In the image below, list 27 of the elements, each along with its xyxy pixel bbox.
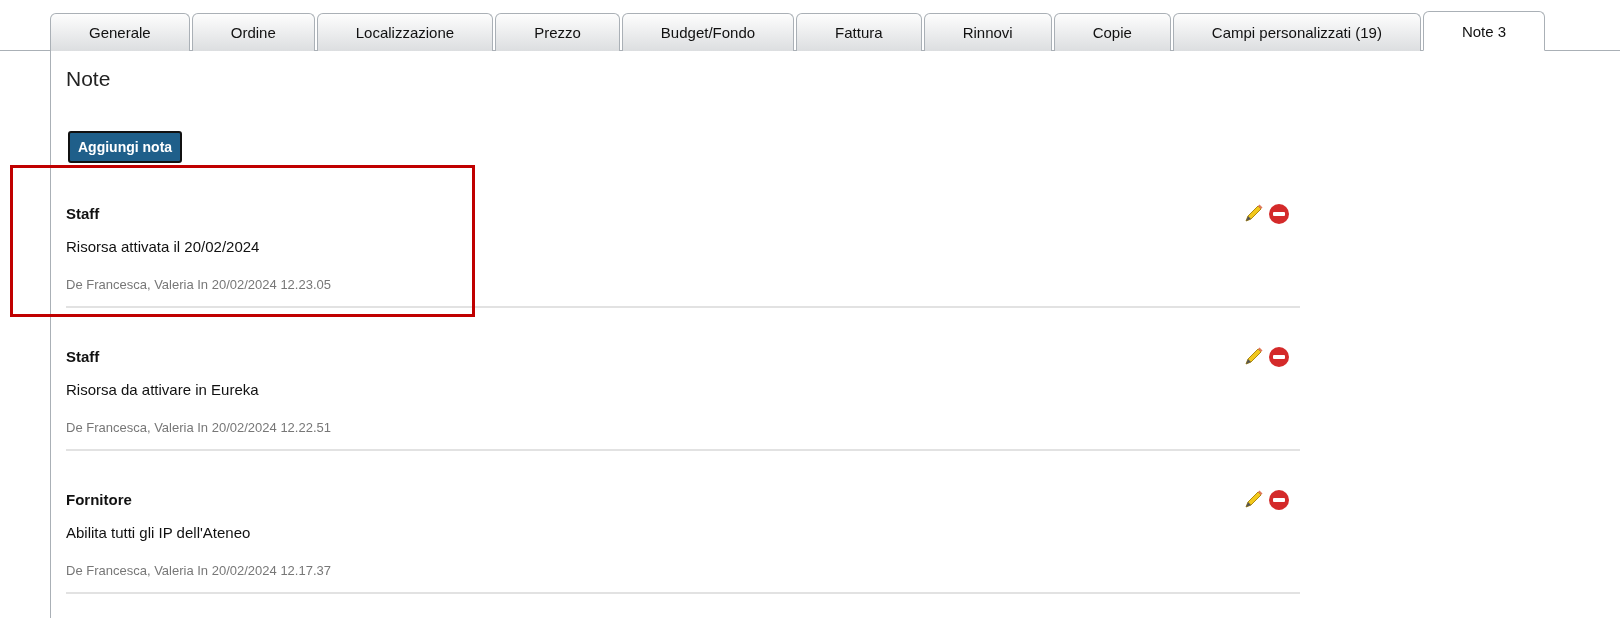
note-type: Staff	[66, 348, 100, 365]
minus-circle-icon	[1268, 346, 1290, 368]
tab[interactable]: Ordine	[191, 13, 315, 51]
note-text: Abilita tutti gli IP dell'Ateneo	[66, 524, 251, 541]
tab[interactable]: Fattura	[796, 13, 922, 51]
tab[interactable]: Localizzazione	[316, 13, 494, 51]
section-title: Note	[66, 67, 112, 91]
note-author-date: De Francesca, Valeria In 20/02/2024 12.22.51	[66, 420, 331, 435]
pencil-icon	[1242, 203, 1264, 225]
tab[interactable]: Generale	[50, 13, 190, 51]
tab[interactable]: Campi personalizzati (19)	[1172, 13, 1421, 51]
tab[interactable]: Budget/Fondo	[621, 13, 795, 51]
tab[interactable]: Copie	[1053, 13, 1171, 51]
note-author-date: De Francesca, Valeria In 20/02/2024 12.23.05	[66, 277, 331, 292]
pencil-icon	[1242, 346, 1264, 368]
note-type: Fornitore	[66, 491, 132, 508]
tab[interactable]: Note 3	[1422, 11, 1546, 51]
minus-circle-icon	[1268, 203, 1290, 225]
note-author-date: De Francesca, Valeria In 20/02/2024 12.17.37	[66, 563, 331, 578]
tab[interactable]: Prezzo	[495, 13, 620, 51]
tab[interactable]: Rinnovi	[923, 13, 1052, 51]
minus-circle-icon	[1268, 489, 1290, 511]
note-text: Risorsa da attivare in Eureka	[66, 381, 259, 398]
note-type: Staff	[66, 205, 100, 222]
add-note-button[interactable]: Aggiungi nota	[68, 131, 183, 163]
pencil-icon	[1242, 489, 1264, 511]
note-text: Risorsa attivata il 20/02/2024	[66, 238, 260, 255]
